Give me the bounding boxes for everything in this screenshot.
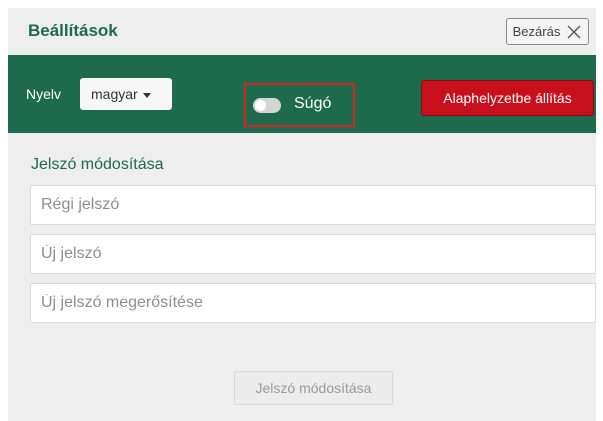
change-password-button[interactable]: Jelszó módosítása: [234, 371, 393, 405]
password-section-title: Jelszó módosítása: [31, 156, 164, 173]
reset-defaults-button[interactable]: Alaphelyzetbe állítás: [421, 80, 594, 116]
reset-defaults-label: Alaphelyzetbe állítás: [443, 90, 572, 106]
language-label: Nyelv: [26, 86, 62, 102]
settings-toolbar: Nyelv magyar Súgó Alaphelyzetbe állítás: [8, 55, 596, 133]
help-toggle[interactable]: [253, 98, 281, 113]
help-toggle-knob: [255, 100, 266, 111]
new-password-field[interactable]: [30, 234, 596, 274]
settings-header: Beállítások Bezárás: [8, 8, 596, 55]
language-select-value: magyar: [91, 86, 138, 102]
old-password-field[interactable]: [30, 185, 596, 225]
change-password-label: Jelszó módosítása: [255, 380, 372, 396]
close-button-label: Bezárás: [512, 24, 561, 39]
language-select[interactable]: magyar: [80, 78, 172, 110]
close-icon: [567, 25, 581, 38]
confirm-password-field[interactable]: [30, 283, 596, 323]
chevron-down-icon: [142, 92, 151, 98]
help-label: Súgó: [294, 95, 332, 112]
settings-panel: Beállítások Bezárás Nyelv magyar Súgó Al…: [8, 8, 596, 421]
close-button[interactable]: Bezárás: [506, 18, 589, 45]
page-title: Beállítások: [28, 21, 118, 40]
